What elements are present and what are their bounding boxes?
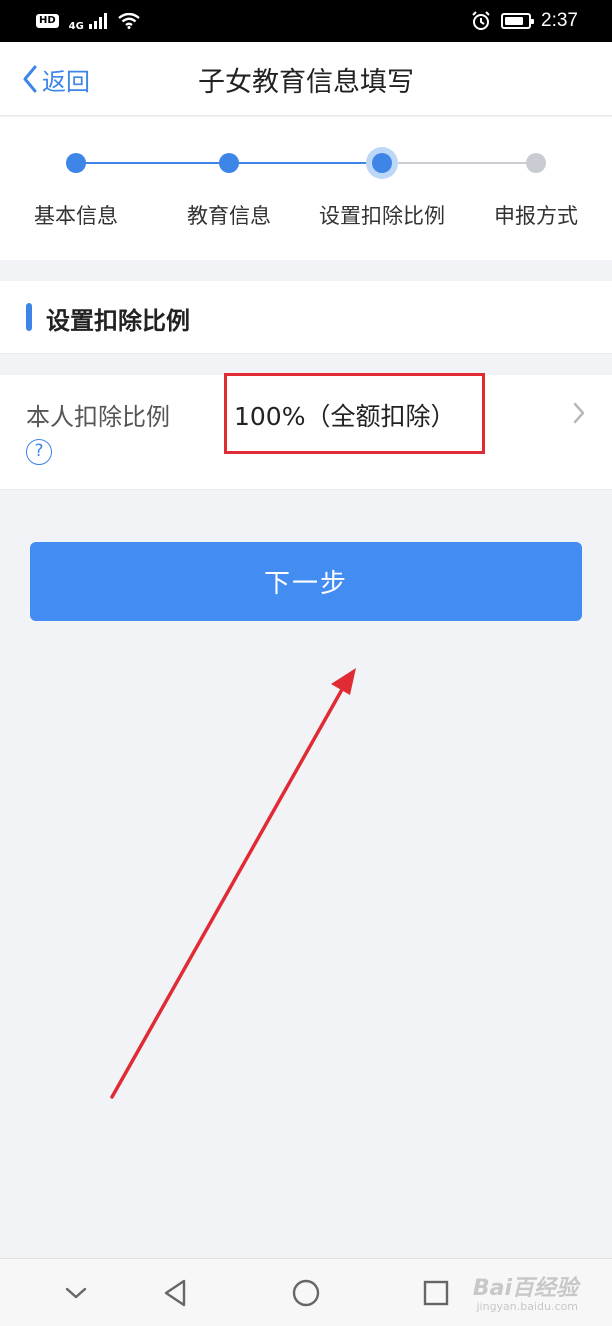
back-triangle-icon[interactable] <box>158 1275 194 1311</box>
alarm-icon <box>472 11 490 30</box>
step-label-2: 教育信息 <box>187 204 271 228</box>
system-nav-bar <box>0 1258 612 1326</box>
next-step-button[interactable]: 下一步 <box>30 542 582 621</box>
wifi-icon <box>118 13 140 29</box>
help-icon[interactable]: ? <box>26 439 52 465</box>
hd-badge: HD <box>36 14 59 28</box>
deduction-ratio-value: 100%（全额扣除） <box>234 402 456 431</box>
status-right: 2:37 <box>471 10 578 32</box>
step-dot-2 <box>219 153 239 173</box>
deduction-ratio-label: 本人扣除比例 <box>26 403 170 431</box>
nav-bar: 返回 子女教育信息填写 <box>0 42 612 116</box>
progress-stepper: 基本信息 教育信息 设置扣除比例 申报方式 <box>0 117 612 260</box>
section-accent-bar <box>26 303 32 331</box>
home-circle-icon[interactable] <box>288 1275 324 1311</box>
step-connector-2 <box>229 162 382 164</box>
deduction-ratio-row[interactable]: 本人扣除比例 ? 100%（全额扣除） <box>0 375 612 490</box>
step-dot-1 <box>66 153 86 173</box>
section-header: 设置扣除比例 <box>0 281 612 354</box>
step-label-1: 基本信息 <box>34 204 118 228</box>
status-bar: HD 4G 2:37 <box>0 0 612 42</box>
step-label-4: 申报方式 <box>494 204 578 228</box>
clock: 2:37 <box>541 10 578 31</box>
section-title: 设置扣除比例 <box>46 307 190 335</box>
battery-icon <box>501 13 535 29</box>
step-label-3: 设置扣除比例 <box>319 204 445 228</box>
step-dot-3 <box>366 147 398 179</box>
step-dot-4 <box>526 153 546 173</box>
chevron-right-icon <box>573 402 585 424</box>
page-title: 子女教育信息填写 <box>198 67 414 98</box>
chevron-down-icon[interactable] <box>58 1275 94 1311</box>
network-type: 4G <box>68 21 84 32</box>
step-connector-1 <box>76 162 229 164</box>
step-connector-3 <box>382 162 536 164</box>
signal-icon <box>88 13 107 29</box>
recents-square-icon[interactable] <box>418 1275 454 1311</box>
status-left: HD 4G <box>36 10 140 32</box>
